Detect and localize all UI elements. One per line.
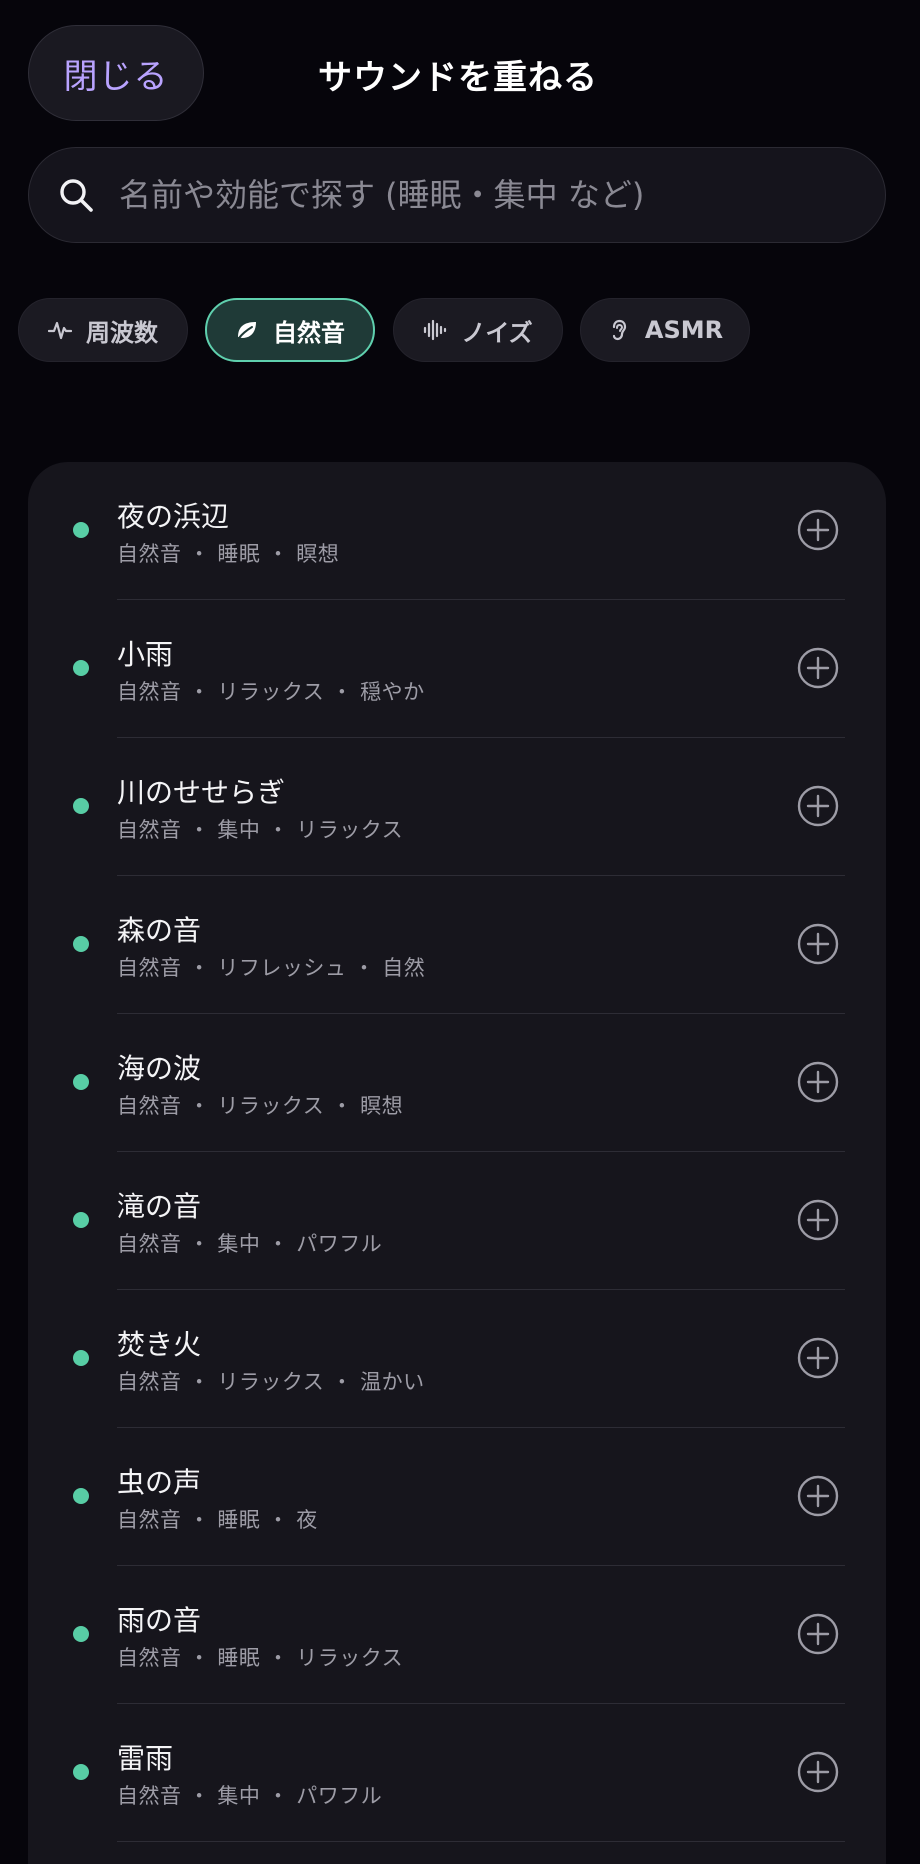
waveform-icon	[423, 318, 447, 342]
status-dot	[73, 1626, 89, 1642]
chip-label: ASMR	[644, 316, 724, 344]
sound-row[interactable]: 虫の声 自然音 ・ 睡眠 ・ 夜	[28, 1428, 886, 1566]
sound-row[interactable]: 小雨 自然音 ・ リラックス ・ 穏やか	[28, 600, 886, 738]
sound-tags: 自然音 ・ 集中 ・ リラックス	[117, 818, 404, 842]
sound-name: 虫の声	[117, 1466, 202, 1499]
status-dot	[73, 1488, 89, 1504]
chip-label: 周波数	[86, 318, 158, 347]
sound-tags: 自然音 ・ リラックス ・ 穏やか	[117, 680, 425, 704]
sound-name: 海の波	[117, 1052, 202, 1085]
sound-row[interactable]: 海の波 自然音 ・ リラックス ・ 瞑想	[28, 1014, 886, 1152]
sound-tags: 自然音 ・ 集中 ・ パワフル	[117, 1784, 383, 1808]
sound-name: 川のせせらぎ	[117, 776, 286, 809]
leaf-icon	[235, 318, 259, 342]
search-icon	[60, 179, 93, 212]
sound-row[interactable]: 滝の音 自然音 ・ 集中 ・ パワフル	[28, 1152, 886, 1290]
page-title: サウンドを重ねる	[318, 58, 598, 98]
sound-name: 雨の音	[117, 1604, 202, 1637]
divider	[117, 1841, 845, 1842]
status-dot	[73, 522, 89, 538]
sound-row[interactable]: 焚き火 自然音 ・ リラックス ・ 温かい	[28, 1290, 886, 1428]
search-input[interactable]	[119, 176, 885, 214]
sound-tags: 自然音 ・ リフレッシュ ・ 自然	[117, 956, 426, 980]
add-circle-icon[interactable]	[797, 647, 839, 689]
sound-row[interactable]: 夜の浜辺 自然音 ・ 睡眠 ・ 瞑想	[28, 462, 886, 600]
sound-name: 滝の音	[117, 1190, 202, 1223]
sound-tags: 自然音 ・ リラックス ・ 瞑想	[117, 1094, 404, 1118]
status-dot	[73, 1212, 89, 1228]
status-dot	[73, 798, 89, 814]
sound-row[interactable]: 雨の音 自然音 ・ 睡眠 ・ リラックス	[28, 1566, 886, 1704]
chip-label: ノイズ	[461, 318, 533, 347]
sound-name: 森の音	[117, 914, 202, 947]
sound-tags: 自然音 ・ 睡眠 ・ リラックス	[117, 1646, 404, 1670]
status-dot	[73, 936, 89, 952]
ear-icon	[607, 318, 631, 342]
add-circle-icon[interactable]	[797, 1751, 839, 1793]
sound-picker-screen: 閉じる サウンドを重ねる 周波数 自然音 ノイズ	[0, 0, 920, 1864]
search-bar[interactable]	[28, 147, 886, 243]
sound-list: 夜の浜辺 自然音 ・ 睡眠 ・ 瞑想 小雨 自然音 ・ リラックス ・ 穏やか …	[28, 462, 886, 1864]
close-button[interactable]: 閉じる	[28, 25, 204, 121]
add-circle-icon[interactable]	[797, 1613, 839, 1655]
sound-tags: 自然音 ・ 睡眠 ・ 瞑想	[117, 542, 340, 566]
sound-name: 夜の浜辺	[117, 500, 230, 533]
status-dot	[73, 660, 89, 676]
add-circle-icon[interactable]	[797, 1061, 839, 1103]
sound-tags: 自然音 ・ 集中 ・ パワフル	[117, 1232, 383, 1256]
status-dot	[73, 1074, 89, 1090]
add-circle-icon[interactable]	[797, 1475, 839, 1517]
add-circle-icon[interactable]	[797, 785, 839, 827]
chip-noise[interactable]: ノイズ	[393, 298, 563, 362]
sound-row[interactable]: 川のせせらぎ 自然音 ・ 集中 ・ リラックス	[28, 738, 886, 876]
chip-asmr[interactable]: ASMR	[580, 298, 750, 362]
add-circle-icon[interactable]	[797, 923, 839, 965]
sound-row[interactable]: 雷雨 自然音 ・ 集中 ・ パワフル	[28, 1704, 886, 1842]
add-circle-icon[interactable]	[797, 1199, 839, 1241]
chip-frequency[interactable]: 周波数	[18, 298, 188, 362]
sound-name: 雷雨	[117, 1742, 174, 1775]
status-dot	[73, 1764, 89, 1780]
pulse-icon	[48, 318, 72, 342]
chip-label: 自然音	[273, 318, 345, 347]
sound-tags: 自然音 ・ リラックス ・ 温かい	[117, 1370, 425, 1394]
sound-name: 焚き火	[117, 1328, 202, 1361]
sound-tags: 自然音 ・ 睡眠 ・ 夜	[117, 1508, 318, 1532]
status-dot	[73, 1350, 89, 1366]
add-circle-icon[interactable]	[797, 1337, 839, 1379]
sound-name: 小雨	[117, 638, 174, 671]
add-circle-icon[interactable]	[797, 509, 839, 551]
sound-row[interactable]: 森の音 自然音 ・ リフレッシュ ・ 自然	[28, 876, 886, 1014]
chip-nature[interactable]: 自然音	[205, 298, 375, 362]
